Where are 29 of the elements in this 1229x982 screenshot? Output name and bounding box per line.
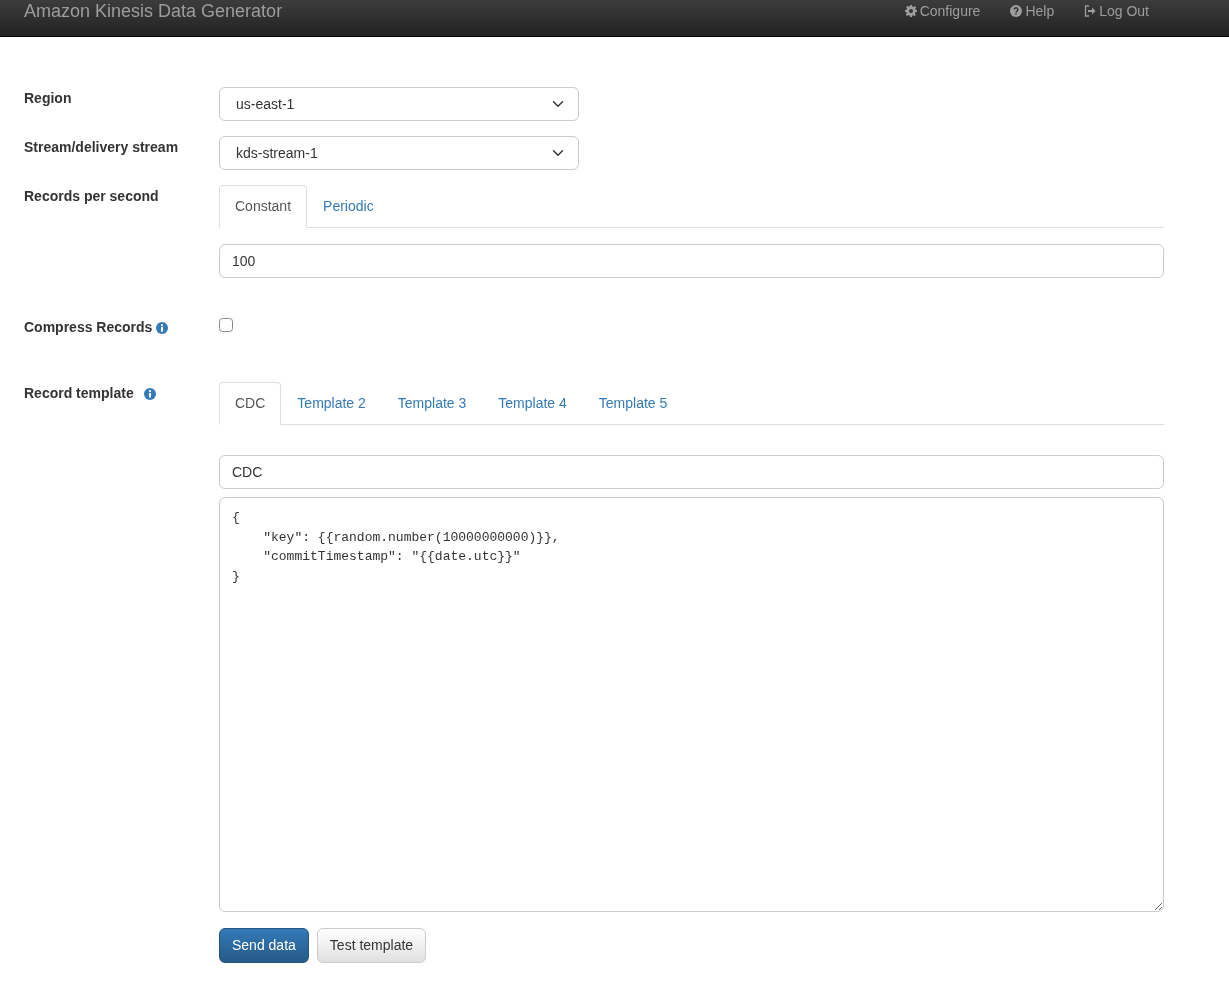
info-icon	[143, 387, 156, 400]
tab[interactable]: Template 4	[482, 382, 583, 425]
help-icon	[1010, 5, 1023, 17]
field-label: Compress Records	[24, 318, 153, 337]
tab[interactable]: Constant	[219, 185, 308, 228]
nav-link[interactable]: Help	[1010, 0, 1055, 22]
test-button[interactable]: Test template	[316, 928, 427, 963]
tab[interactable]: Template 3	[381, 382, 483, 425]
tab[interactable]: Periodic	[307, 185, 390, 228]
field-label: Record template	[24, 384, 134, 403]
app-title: Amazon Kinesis Data Generator	[24, 2, 283, 20]
field-label: Region	[24, 89, 72, 108]
template-name-input[interactable]: CDC	[219, 455, 1164, 489]
nav-link[interactable]: Log Out	[1084, 0, 1149, 22]
nav-link[interactable]: Configure	[904, 0, 981, 22]
template-editor[interactable]: { "key": {{random.number(10000000000)}}, "commitTimestamp": "{{date.utc}}" }	[219, 497, 1164, 912]
stream-select[interactable]: kds-stream-1	[219, 136, 579, 170]
tab[interactable]: Template 5	[582, 382, 684, 425]
tab[interactable]: CDC	[219, 382, 282, 425]
compress-checkbox[interactable]	[219, 318, 233, 332]
records-input[interactable]: 100	[219, 244, 1164, 278]
sign-out-icon	[1084, 5, 1097, 17]
send-button[interactable]: Send data	[219, 928, 309, 963]
field-label: Records per second	[24, 187, 159, 206]
region-select[interactable]: us-east-1	[219, 87, 579, 121]
gear-icon	[904, 5, 917, 17]
field-label: Stream/delivery stream	[24, 138, 179, 157]
info-icon	[156, 321, 169, 334]
tab[interactable]: Template 2	[281, 382, 382, 425]
